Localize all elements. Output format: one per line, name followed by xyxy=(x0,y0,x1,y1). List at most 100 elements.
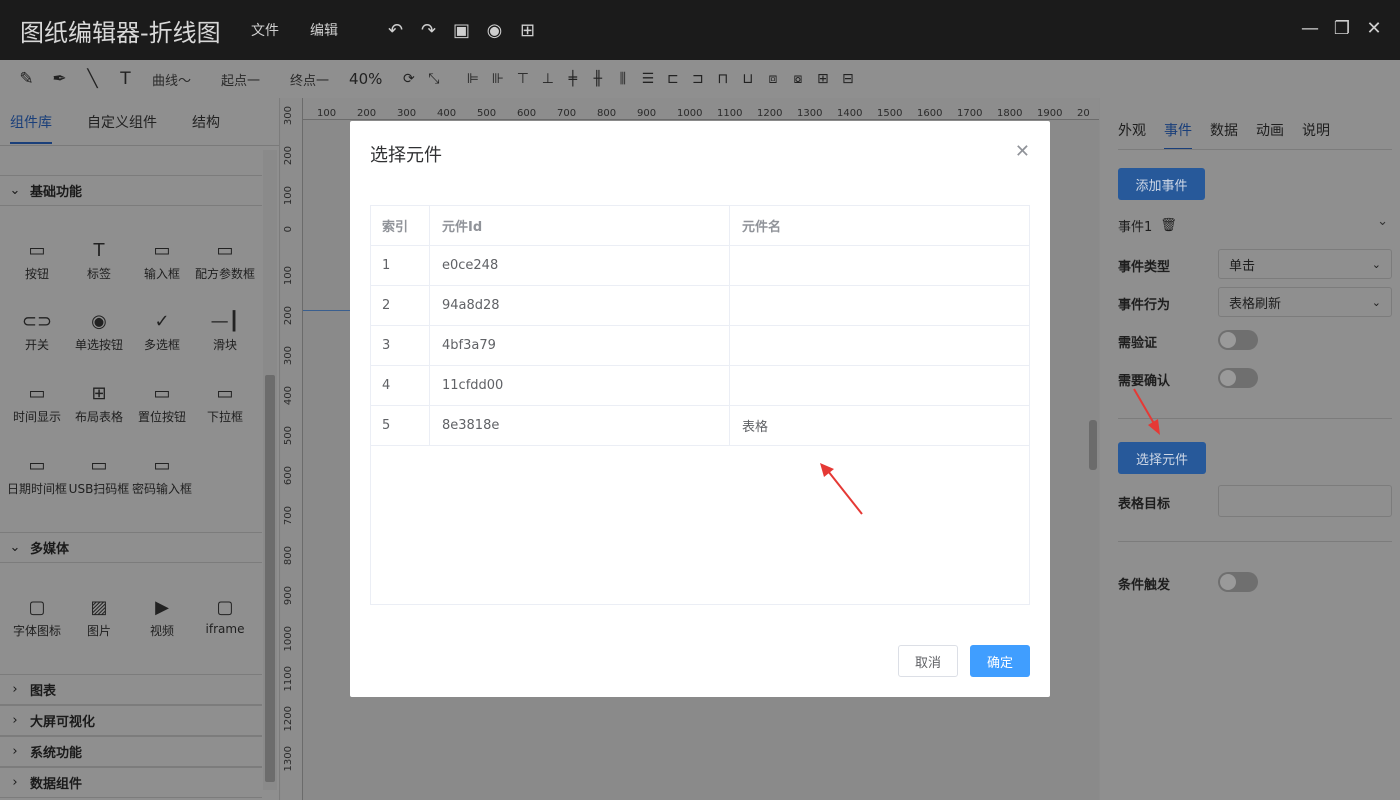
align-top-icon[interactable]: ⊤ xyxy=(510,71,535,87)
dialog-title: 选择元件 xyxy=(370,145,442,166)
comp-video[interactable]: ▶ 视频 xyxy=(131,592,193,639)
section-chart[interactable]: › 图表 xyxy=(0,674,262,705)
table-row[interactable]: 4 11cfdd00 xyxy=(371,366,1029,406)
comp-layout-table[interactable]: ⊞ 布局表格 xyxy=(68,378,130,425)
distribute-h-icon[interactable]: ⫼ xyxy=(610,71,635,87)
toggle-icon: ⊂⊃ xyxy=(21,310,53,332)
comp-iframe[interactable]: ▢ iframe xyxy=(194,592,256,637)
align-right-icon[interactable]: ⊪ xyxy=(485,71,510,87)
menu-edit[interactable]: 编辑 xyxy=(310,20,338,40)
comp-dropdown[interactable]: ▭ 下拉框 xyxy=(194,378,256,425)
col-id: 元件Id xyxy=(430,206,730,245)
table-target-input[interactable] xyxy=(1218,485,1392,517)
align-bottom-icon[interactable]: ⊥ xyxy=(535,71,560,87)
save-icon[interactable]: ▣ xyxy=(445,20,478,41)
table-row[interactable]: 3 4bf3a79 xyxy=(371,326,1029,366)
cancel-button[interactable]: 取消 xyxy=(898,645,958,677)
tab-description[interactable]: 说明 xyxy=(1302,120,1330,150)
ruler-tick-label: 200 xyxy=(283,146,294,166)
ruler-tick-label: 700 xyxy=(283,506,294,526)
comp-datetime[interactable]: ▭ 日期时间框 xyxy=(6,450,68,497)
comp-image[interactable]: ▨ 图片 xyxy=(68,592,130,639)
tab-structure[interactable]: 结构 xyxy=(192,112,220,132)
comp-label[interactable]: T 标签 xyxy=(68,235,130,282)
left-scrollbar-thumb[interactable] xyxy=(265,375,275,782)
start-point-select[interactable]: 起点一 xyxy=(221,70,260,89)
center-v-icon[interactable]: ⧇ xyxy=(785,71,810,87)
chip-icon[interactable]: ⊞ xyxy=(511,20,544,41)
event-type-select[interactable]: 单击 ⌄ xyxy=(1218,249,1392,279)
table-row[interactable]: 5 8e3818e 表格 xyxy=(371,406,1029,446)
bottom-layer-icon[interactable]: ⊔ xyxy=(735,71,760,87)
group-icon[interactable]: ⊞ xyxy=(810,71,835,87)
shrink-icon[interactable]: ⤡ xyxy=(421,71,446,87)
undo-icon[interactable]: ↶ xyxy=(379,20,412,41)
line-icon[interactable]: ╲ xyxy=(76,69,109,89)
chevron-down-icon: ⌄ xyxy=(9,540,21,555)
refresh-icon[interactable]: ⟳ xyxy=(396,71,421,87)
pen-icon[interactable]: ✒ xyxy=(43,69,76,89)
right-panel: 外观 事件 数据 动画 说明 添加事件 事件1 🗑 ⌄ 事件类型 单击 ⌄ 事件… xyxy=(1100,98,1400,800)
zoom-level[interactable]: 40% xyxy=(349,70,382,88)
ruler-tick-label: 900 xyxy=(283,586,294,606)
comp-time-display[interactable]: ▭ 时间显示 xyxy=(6,378,68,425)
close-icon[interactable]: ✕ xyxy=(1015,141,1030,162)
comp-usb-scanner[interactable]: ▭ USB扫码框 xyxy=(68,450,130,497)
tab-custom-components[interactable]: 自定义组件 xyxy=(87,112,157,132)
align-vcenter-icon[interactable]: ╫ xyxy=(585,71,610,87)
comp-input[interactable]: ▭ 输入框 xyxy=(131,235,193,282)
pencil-icon[interactable]: ✎ xyxy=(10,69,43,89)
same-height-icon[interactable]: ⊐ xyxy=(685,71,710,87)
section-system[interactable]: › 系统功能 xyxy=(0,736,262,767)
ruler-left: 300 200 100 0 100 200 300 400 500 600 700 800 900 100… xyxy=(281,98,303,800)
distribute-v-icon[interactable]: ☰ xyxy=(635,71,660,87)
select-component-button[interactable]: 选择元件 xyxy=(1118,442,1206,474)
redo-icon[interactable]: ↷ xyxy=(412,20,445,41)
confirm-button[interactable]: 确定 xyxy=(970,645,1030,677)
text-icon[interactable]: T xyxy=(109,69,142,89)
comp-recipe-param[interactable]: ▭ 配方参数框 xyxy=(194,235,256,282)
add-event-button[interactable]: 添加事件 xyxy=(1118,168,1205,200)
close-icon[interactable]: ✕ xyxy=(1358,18,1390,39)
comp-password[interactable]: ▭ 密码输入框 xyxy=(131,450,193,497)
trash-icon[interactable]: 🗑 xyxy=(1160,218,1177,233)
ungroup-icon[interactable]: ⊟ xyxy=(835,71,860,87)
tab-component-library[interactable]: 组件库 xyxy=(10,112,52,144)
section-basic[interactable]: ⌄ 基础功能 xyxy=(0,175,262,206)
minimize-icon[interactable]: — xyxy=(1294,18,1326,39)
video-icon: ▶ xyxy=(155,596,169,618)
comp-button[interactable]: ▭ 按钮 xyxy=(6,235,68,282)
table-row[interactable]: 1 e0ce248 xyxy=(371,246,1029,286)
comp-radio[interactable]: ◉ 单选按钮 xyxy=(68,306,130,353)
comp-slider[interactable]: —┃ 滑块 xyxy=(194,306,256,353)
top-layer-icon[interactable]: ⊓ xyxy=(710,71,735,87)
end-point-select[interactable]: 终点一 xyxy=(290,70,329,89)
comp-set-button[interactable]: ▭ 置位按钮 xyxy=(131,378,193,425)
event-action-select[interactable]: 表格刷新 ⌄ xyxy=(1218,287,1392,317)
section-media[interactable]: ⌄ 多媒体 xyxy=(0,532,262,563)
center-h-icon[interactable]: ⧈ xyxy=(760,71,785,87)
need-confirm-switch[interactable] xyxy=(1218,368,1258,388)
eye-icon[interactable]: ◉ xyxy=(478,20,511,41)
tab-events[interactable]: 事件 xyxy=(1164,120,1192,150)
tab-appearance[interactable]: 外观 xyxy=(1118,120,1146,150)
comp-switch[interactable]: ⊂⊃ 开关 xyxy=(6,306,68,353)
menu-file[interactable]: 文件 xyxy=(251,20,279,40)
curve-select[interactable]: 曲线～ xyxy=(152,70,191,89)
condition-trigger-switch[interactable] xyxy=(1218,572,1258,592)
need-verify-switch[interactable] xyxy=(1218,330,1258,350)
comp-font-icon[interactable]: ▢ 字体图标 xyxy=(6,592,68,639)
restore-icon[interactable]: ❐ xyxy=(1326,18,1358,39)
align-hcenter-icon[interactable]: ╪ xyxy=(560,71,585,87)
align-left-icon[interactable]: ⊫ xyxy=(460,71,485,87)
panel-resize-handle[interactable] xyxy=(1089,420,1097,470)
same-width-icon[interactable]: ⊏ xyxy=(660,71,685,87)
section-bigscreen[interactable]: › 大屏可视化 xyxy=(0,705,262,736)
ruler-tick-label: 800 xyxy=(597,108,617,119)
section-data[interactable]: › 数据组件 xyxy=(0,767,262,798)
tab-data[interactable]: 数据 xyxy=(1210,120,1238,150)
chevron-down-icon[interactable]: ⌄ xyxy=(1377,214,1388,229)
tab-animation[interactable]: 动画 xyxy=(1256,120,1284,150)
table-row[interactable]: 2 94a8d28 xyxy=(371,286,1029,326)
comp-checkbox[interactable]: ✓ 多选框 xyxy=(131,306,193,353)
